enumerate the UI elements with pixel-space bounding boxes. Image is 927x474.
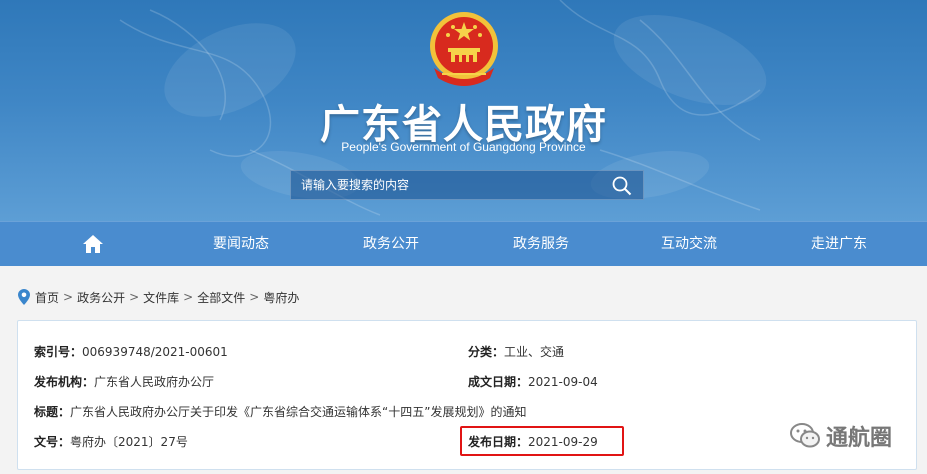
watermark: 通航圈	[790, 420, 892, 452]
nav-gov-services[interactable]: 政务服务	[466, 222, 616, 267]
index-number-value: 006939748/2021-00601	[82, 345, 228, 359]
nav-news[interactable]: 要闻动态	[166, 222, 316, 267]
home-icon	[83, 235, 103, 253]
category-label: 分类：	[468, 345, 505, 359]
category-row: 分类：工业、交通	[468, 343, 564, 360]
breadcrumb-separator: >	[249, 290, 260, 304]
search-box	[290, 170, 644, 200]
search-input[interactable]	[291, 171, 601, 199]
written-date-row: 成文日期：2021-09-04	[468, 373, 598, 390]
publisher-label: 发布机构：	[34, 375, 95, 389]
national-emblem-icon	[430, 12, 498, 86]
category-value: 工业、交通	[504, 345, 565, 359]
title-value: 广东省人民政府办公厅关于印发《广东省综合交通运输体系“十四五”发展规划》的通知	[70, 405, 527, 419]
publisher-row: 发布机构：广东省人民政府办公厅	[34, 373, 214, 390]
index-number-row: 索引号：006939748/2021-00601	[34, 343, 228, 360]
written-date-label: 成文日期：	[468, 375, 529, 389]
nav-home-button[interactable]	[18, 222, 168, 267]
breadcrumb: 首页 > 政务公开 > 文件库 > 全部文件 > 粤府办	[18, 287, 299, 307]
publisher-value: 广东省人民政府办公厅	[94, 375, 215, 389]
title-label: 标题：	[34, 405, 71, 419]
location-pin-icon	[18, 289, 30, 305]
publish-date-highlight	[460, 426, 624, 456]
breadcrumb-all-files[interactable]: 全部文件	[197, 289, 245, 306]
nav-about-guangdong[interactable]: 走进广东	[764, 222, 914, 267]
doc-number-row: 文号：粤府办〔2021〕27号	[34, 433, 188, 450]
index-number-label: 索引号：	[34, 345, 83, 359]
header-banner: 广东省人民政府 People's Government of Guangdong…	[0, 0, 927, 221]
search-icon[interactable]	[611, 175, 633, 197]
nav-interaction[interactable]: 互动交流	[614, 222, 764, 267]
nav-gov-affairs[interactable]: 政务公开	[316, 222, 466, 267]
title-row: 标题：广东省人民政府办公厅关于印发《广东省综合交通运输体系“十四五”发展规划》的…	[34, 403, 526, 420]
doc-number-value: 粤府办〔2021〕27号	[70, 435, 188, 449]
breadcrumb-separator: >	[129, 290, 140, 304]
breadcrumb-file-library[interactable]: 文件库	[143, 289, 179, 306]
breadcrumb-current[interactable]: 粤府办	[263, 289, 299, 306]
written-date-value: 2021-09-04	[528, 375, 598, 389]
doc-number-label: 文号：	[34, 435, 71, 449]
breadcrumb-separator: >	[183, 290, 194, 304]
breadcrumb-separator: >	[63, 290, 74, 304]
breadcrumb-home[interactable]: 首页	[35, 289, 59, 306]
site-subtitle: People's Government of Guangdong Provinc…	[341, 140, 586, 154]
breadcrumb-gov-affairs[interactable]: 政务公开	[77, 289, 125, 306]
watermark-text: 通航圈	[826, 426, 893, 451]
main-nav: 要闻动态 政务公开 政务服务 互动交流 走进广东	[0, 221, 927, 266]
wechat-icon	[790, 423, 820, 448]
